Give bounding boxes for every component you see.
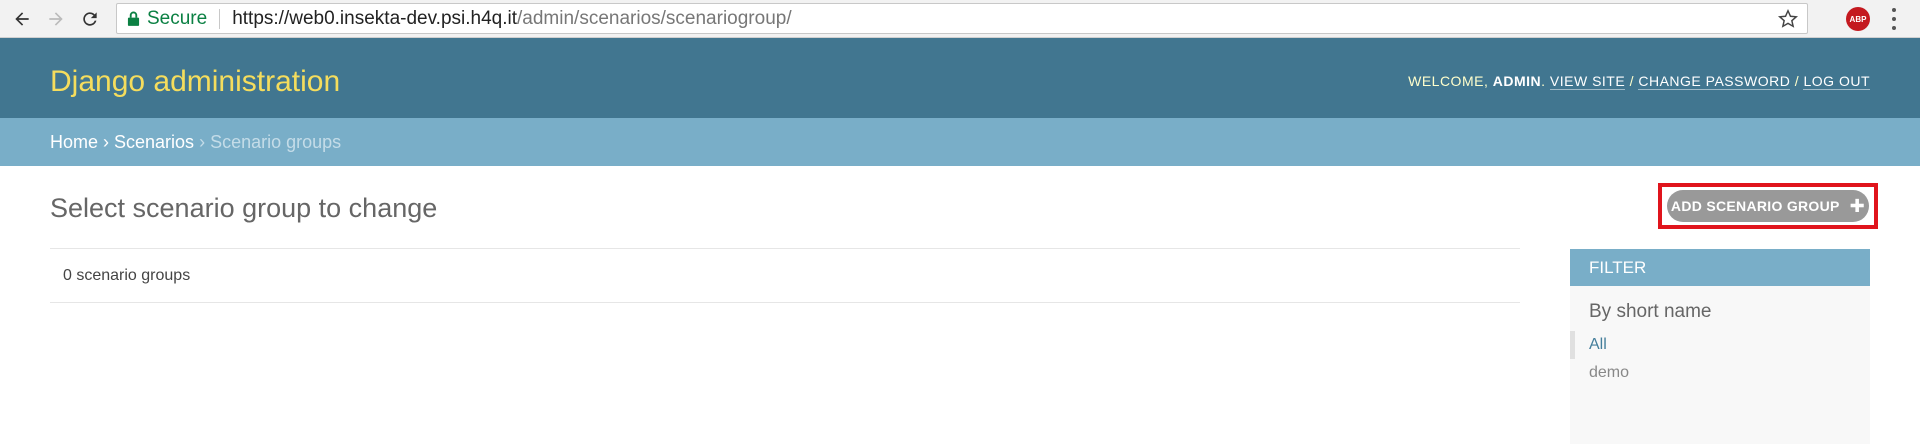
breadcrumb: Home › Scenarios › Scenario groups	[0, 118, 1920, 166]
address-bar[interactable]: Secure https://web0.insekta-dev.psi.h4q.…	[116, 3, 1808, 34]
site-branding[interactable]: Django administration	[50, 65, 340, 99]
browser-menu-icon[interactable]	[1889, 8, 1899, 30]
log-out-link[interactable]: Log out	[1803, 73, 1870, 90]
filter-panel: Filter By short name All demo	[1570, 249, 1870, 444]
plus-icon: ✚	[1849, 196, 1866, 216]
filter-subtitle: By short name	[1589, 301, 1712, 322]
browser-toolbar: Secure https://web0.insekta-dev.psi.h4q.…	[0, 0, 1920, 38]
bookmark-star-icon[interactable]	[1777, 8, 1799, 30]
filter-option-all: All	[1570, 331, 1870, 359]
filter-link-all[interactable]: All	[1589, 336, 1607, 354]
change-password-link[interactable]: Change password	[1638, 73, 1791, 90]
page-title: Select scenario group to change	[50, 193, 438, 223]
adblock-extension-icon[interactable]: ABP	[1846, 7, 1870, 31]
welcome-text: Welcome,	[1408, 73, 1489, 89]
forward-arrow-icon[interactable]	[42, 5, 70, 33]
breadcrumb-home[interactable]: Home	[50, 132, 98, 153]
breadcrumb-scenarios[interactable]: Scenarios	[114, 132, 194, 153]
result-count: 0 scenario groups	[63, 266, 191, 284]
filter-option-demo: demo	[1570, 359, 1870, 387]
breadcrumb-current: Scenario groups	[210, 131, 342, 152]
username: admin	[1492, 73, 1542, 89]
result-list: 0 scenario groups	[50, 248, 1520, 303]
add-scenario-group-button[interactable]: Add scenario group ✚	[1667, 190, 1869, 222]
address-divider	[219, 8, 221, 29]
secure-label: Secure	[147, 7, 208, 29]
add-button-label: Add scenario group	[1670, 198, 1840, 214]
breadcrumb-separator: ›	[199, 131, 206, 152]
admin-header: Django administration Welcome, admin. Vi…	[0, 38, 1920, 118]
view-site-link[interactable]: View site	[1549, 73, 1626, 90]
url-path: /admin/scenarios/scenariogroup/	[517, 7, 792, 29]
filter-title: Filter	[1570, 249, 1870, 286]
user-tools: Welcome, admin. View site / Change passw…	[1408, 73, 1870, 90]
filter-options: All demo	[1570, 331, 1870, 387]
back-arrow-icon[interactable]	[8, 5, 36, 33]
filter-link-demo[interactable]: demo	[1589, 364, 1629, 382]
breadcrumb-separator: ›	[103, 131, 110, 152]
url-host: https://web0.insekta-dev.psi.h4q.it	[232, 7, 518, 29]
lock-icon	[127, 11, 141, 27]
reload-icon[interactable]	[76, 5, 104, 33]
